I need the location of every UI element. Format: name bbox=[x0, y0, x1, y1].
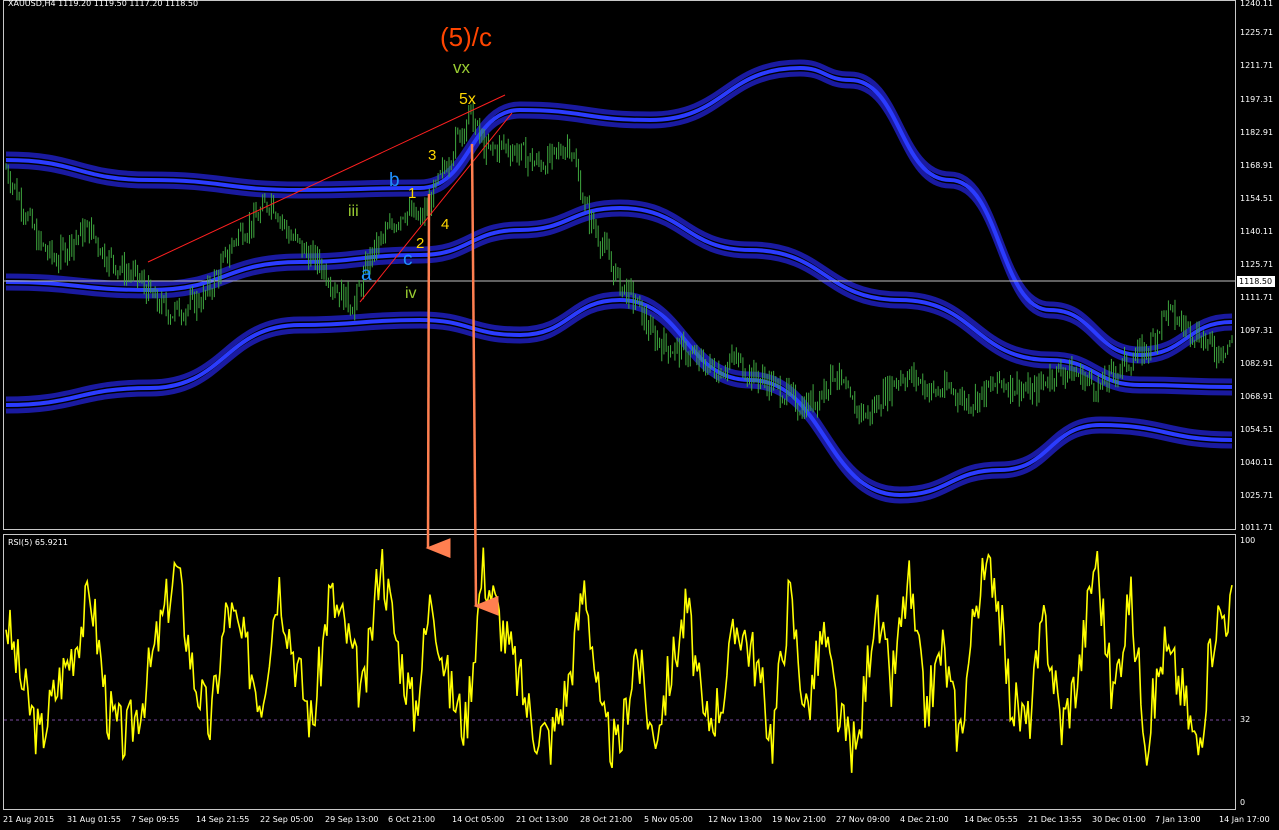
time-tick: 27 Nov 09:00 bbox=[836, 815, 890, 824]
price-tick: 1168.91 bbox=[1240, 161, 1274, 170]
lower-trendline[interactable] bbox=[359, 112, 513, 303]
wave-label-c: c bbox=[403, 249, 413, 270]
time-tick: 14 Dec 05:55 bbox=[964, 815, 1018, 824]
time-tick: 5 Nov 05:00 bbox=[644, 815, 693, 824]
price-tick: 1225.71 bbox=[1240, 28, 1274, 37]
price-tick: 1054.51 bbox=[1240, 425, 1274, 434]
time-tick: 19 Nov 21:00 bbox=[772, 815, 826, 824]
time-tick: 29 Sep 13:00 bbox=[325, 815, 379, 824]
price-tick: 1082.91 bbox=[1240, 359, 1274, 368]
time-tick: 7 Jan 13:00 bbox=[1155, 815, 1201, 824]
wave-label-a: a bbox=[361, 264, 372, 285]
time-tick: 30 Dec 01:00 bbox=[1092, 815, 1146, 824]
wave-label-1: 1 bbox=[408, 185, 416, 202]
price-tick: 1154.51 bbox=[1240, 194, 1274, 203]
wave-label-iii: iii bbox=[348, 203, 359, 220]
band-2-edge-0 bbox=[5, 291, 1233, 492]
time-tick: 31 Aug 01:55 bbox=[67, 815, 121, 824]
rsi-tick: 0 bbox=[1240, 798, 1246, 807]
time-axis[interactable]: 21 Aug 2015 31 Aug 01:55 7 Sep 09:55 14 … bbox=[0, 810, 1279, 830]
wave-label-5x: 5x bbox=[459, 91, 476, 108]
band-2-edge-1 bbox=[5, 303, 1233, 504]
time-tick: 7 Sep 09:55 bbox=[131, 815, 180, 824]
time-tick: 14 Oct 05:00 bbox=[452, 815, 505, 824]
wave-label-2: 2 bbox=[416, 235, 424, 252]
wave-label-3: 3 bbox=[428, 147, 436, 164]
time-tick: 21 Dec 13:55 bbox=[1028, 815, 1082, 824]
price-tick: 1011.71 bbox=[1240, 523, 1274, 532]
price-tick: 1140.11 bbox=[1240, 227, 1274, 236]
wave-label-5c: (5)/c bbox=[440, 22, 492, 52]
price-tick: 1025.71 bbox=[1240, 491, 1274, 500]
time-tick: 12 Nov 13:00 bbox=[708, 815, 762, 824]
price-tick: 1211.71 bbox=[1240, 61, 1274, 70]
time-tick: 21 Oct 13:00 bbox=[516, 815, 569, 824]
price-tick: 1068.91 bbox=[1240, 392, 1274, 401]
wave-label-4: 4 bbox=[441, 216, 449, 233]
price-tick: 1111.71 bbox=[1240, 293, 1274, 302]
price-bars bbox=[5, 101, 1233, 426]
price-tick: 1040.11 bbox=[1240, 458, 1274, 467]
wave-label-iv: iv bbox=[405, 285, 417, 302]
rsi-tick: 32 bbox=[1240, 715, 1251, 724]
price-tick: 1240.11 bbox=[1240, 0, 1274, 8]
time-tick: 22 Sep 05:00 bbox=[260, 815, 314, 824]
time-tick: 21 Aug 2015 bbox=[3, 815, 55, 824]
price-axis[interactable]: 1240.11 1225.71 1211.71 1197.31 1182.91 … bbox=[1236, 0, 1279, 532]
rsi-indicator-panel[interactable]: RSI(5) 65.9211 bbox=[3, 534, 1236, 810]
band-2-center bbox=[5, 297, 1233, 498]
time-tick: 6 Oct 21:00 bbox=[388, 815, 436, 824]
price-tick: 1097.31 bbox=[1240, 326, 1274, 335]
trading-terminal: XAUUSD,H4 1119.20 1119.50 1117.20 1118.5… bbox=[0, 0, 1279, 830]
time-tick: 14 Sep 21:55 bbox=[196, 815, 250, 824]
wave-label-b: b bbox=[389, 170, 400, 191]
price-chart-canvas: (5)/c vx 5x 3 b 1 iii 4 2 c a iv bbox=[4, 22, 1235, 504]
wave-label-vx: vx bbox=[453, 58, 471, 77]
price-tick: 1182.91 bbox=[1240, 128, 1274, 137]
rsi-axis[interactable]: 100 32 0 bbox=[1236, 534, 1279, 810]
time-tick: 14 Jan 17:00 bbox=[1219, 815, 1270, 824]
price-tick: 1125.71 bbox=[1240, 260, 1274, 269]
rsi-tick: 100 bbox=[1240, 536, 1256, 545]
price-tick: 1197.31 bbox=[1240, 95, 1274, 104]
time-tick: 28 Oct 21:00 bbox=[580, 815, 633, 824]
rsi-title: RSI(5) 65.9211 bbox=[8, 538, 68, 547]
current-price-tag: 1118.50 bbox=[1237, 276, 1275, 287]
time-tick: 4 Dec 21:00 bbox=[900, 815, 949, 824]
